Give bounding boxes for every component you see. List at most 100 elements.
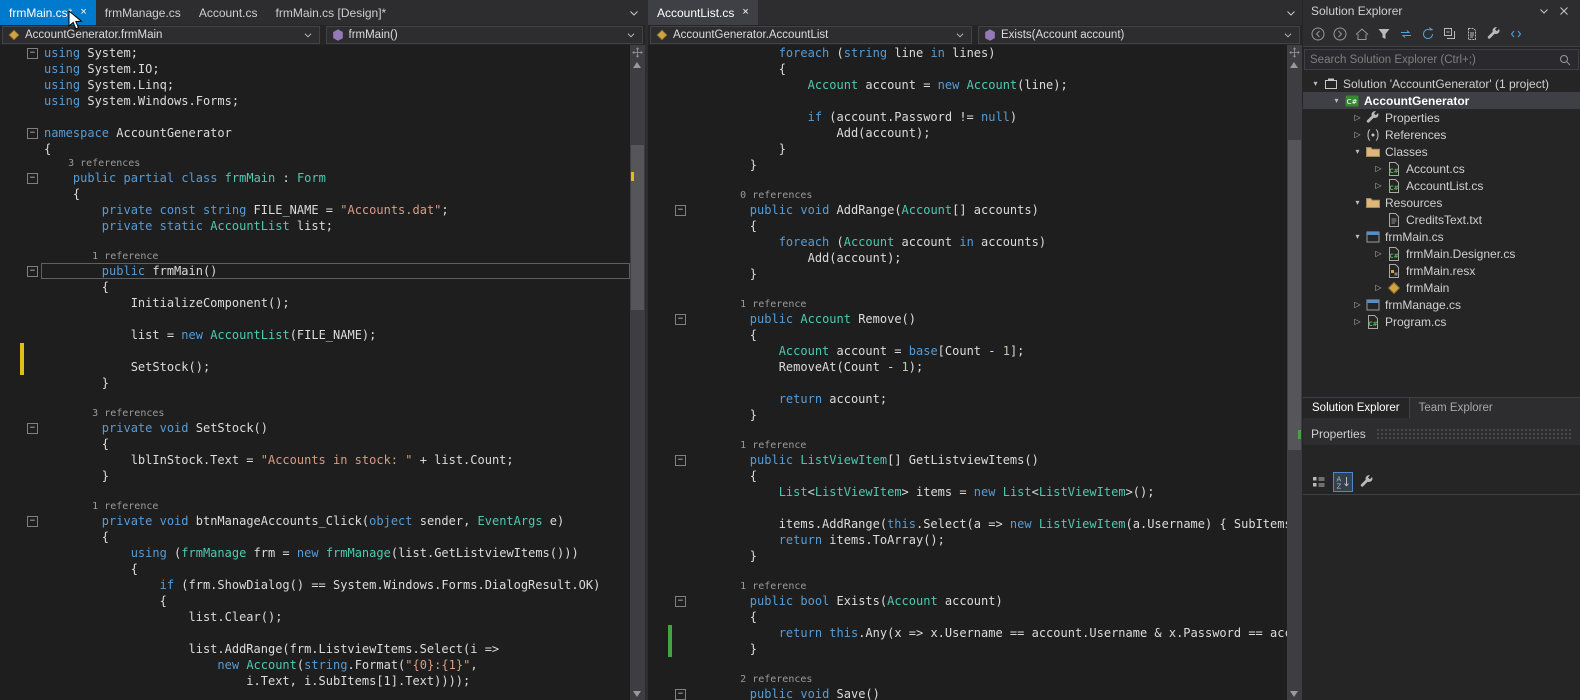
tab-close-icon[interactable]: × — [742, 7, 748, 18]
codelens-line[interactable]: 3 references — [0, 407, 630, 420]
code-line[interactable]: i.Text, i.SubItems[1].Text)))); — [0, 673, 630, 689]
sync-icon[interactable] — [1396, 24, 1416, 44]
nav-forward-icon[interactable] — [1330, 24, 1350, 44]
tree-item-frmmain-resx[interactable]: frmMain.resx — [1303, 262, 1580, 279]
code-line[interactable]: { — [648, 61, 1287, 77]
codelens-line[interactable]: 2 references — [648, 673, 1287, 686]
code-line[interactable] — [648, 657, 1287, 673]
member-dropdown-left[interactable]: frmMain() — [326, 26, 644, 44]
code-line[interactable]: } — [648, 157, 1287, 173]
document-tab[interactable]: frmMain.cs*× — [0, 0, 96, 25]
code-line[interactable] — [648, 282, 1287, 298]
code-line[interactable]: − public void AddRange(Account[] account… — [648, 202, 1287, 218]
code-line[interactable]: list = new AccountList(FILE_NAME); — [0, 327, 630, 343]
code-line[interactable]: − public ListViewItem[] GetListviewItems… — [648, 452, 1287, 468]
code-line[interactable]: using (frmManage frm = new frmManage(lis… — [0, 545, 630, 561]
scrollbar-thumb[interactable] — [631, 145, 644, 310]
fold-collapse-icon[interactable]: − — [675, 689, 686, 700]
expander-icon[interactable]: ▾ — [1351, 198, 1364, 207]
expander-icon[interactable]: ▾ — [1351, 147, 1364, 156]
code-line[interactable]: return account; — [648, 391, 1287, 407]
fold-collapse-icon[interactable]: − — [27, 423, 38, 434]
code-line[interactable]: { — [648, 468, 1287, 484]
code-editor-frmMain[interactable]: −using System;using System.IO; using Syst… — [0, 45, 645, 700]
code-editor-AccountList[interactable]: foreach (string line in lines) { Account… — [648, 45, 1302, 700]
code-line[interactable]: { — [0, 141, 630, 157]
code-line[interactable]: − public void Save() — [648, 686, 1287, 700]
fold-collapse-icon[interactable]: − — [675, 314, 686, 325]
expander-icon[interactable]: ▷ — [1351, 317, 1364, 326]
code-line[interactable]: items.AddRange(this.Select(a => new List… — [648, 516, 1287, 532]
tree-item-accountgenerator[interactable]: ▾C#AccountGenerator — [1303, 92, 1580, 109]
code-line[interactable]: private static AccountList list; — [0, 218, 630, 234]
code-line[interactable]: list.Clear(); — [0, 609, 630, 625]
fold-collapse-icon[interactable]: − — [27, 516, 38, 527]
codelens-line[interactable]: 0 references — [648, 189, 1287, 202]
code-line[interactable]: { — [648, 327, 1287, 343]
code-line[interactable]: using System.Windows.Forms; — [0, 93, 630, 109]
code-line[interactable]: Add(account); — [648, 250, 1287, 266]
tool-window-tab[interactable]: Solution Explorer — [1303, 398, 1409, 418]
code-line[interactable] — [0, 234, 630, 250]
tree-item-account-cs[interactable]: ▷C#Account.cs — [1303, 160, 1580, 177]
code-line[interactable]: − public bool Exists(Account account) — [648, 593, 1287, 609]
code-line[interactable]: } — [0, 468, 630, 484]
codelens-line[interactable]: 3 references — [0, 157, 630, 170]
codelens-line[interactable]: 1 reference — [648, 580, 1287, 593]
refresh-icon[interactable] — [1418, 24, 1438, 44]
expander-icon[interactable]: ▷ — [1372, 181, 1385, 190]
expander-icon[interactable]: ▷ — [1351, 130, 1364, 139]
tree-item-classes[interactable]: ▾Classes — [1303, 143, 1580, 160]
scroll-down-icon[interactable] — [1290, 691, 1298, 697]
fold-collapse-icon[interactable]: − — [675, 596, 686, 607]
tree-item-references[interactable]: ▷References — [1303, 126, 1580, 143]
code-line[interactable]: { — [0, 186, 630, 202]
code-line[interactable]: new Account(string.Format("{0}:{1}", — [0, 657, 630, 673]
code-line[interactable]: SetStock(); — [0, 359, 630, 375]
code-line[interactable]: { — [0, 436, 630, 452]
code-line[interactable]: InitializeComponent(); — [0, 295, 630, 311]
tree-item-frmmanage-cs[interactable]: ▷frmManage.cs — [1303, 296, 1580, 313]
home-icon[interactable] — [1352, 24, 1372, 44]
code-line[interactable]: Account account = new Account(line); — [648, 77, 1287, 93]
tab-list-chevron-icon[interactable] — [1283, 5, 1299, 21]
code-line[interactable]: } — [648, 407, 1287, 423]
code-line[interactable] — [0, 391, 630, 407]
fold-collapse-icon[interactable]: − — [675, 205, 686, 216]
document-tab[interactable]: frmManage.cs — [96, 0, 190, 25]
code-line[interactable] — [0, 109, 630, 125]
code-line[interactable] — [0, 484, 630, 500]
tree-item-program-cs[interactable]: ▷C#Program.cs — [1303, 313, 1580, 330]
tree-item-accountlist-cs[interactable]: ▷C#AccountList.cs — [1303, 177, 1580, 194]
tree-item-properties[interactable]: ▷Properties — [1303, 109, 1580, 126]
property-pages-icon[interactable] — [1357, 472, 1377, 492]
tree-item-frmmain[interactable]: ▷frmMain — [1303, 279, 1580, 296]
code-line[interactable]: { — [0, 529, 630, 545]
codelens-line[interactable]: 1 reference — [648, 439, 1287, 452]
expander-icon[interactable]: ▷ — [1351, 300, 1364, 309]
vertical-scrollbar[interactable] — [1287, 45, 1302, 700]
tree-item-creditstext-txt[interactable]: CreditsText.txt — [1303, 211, 1580, 228]
code-line[interactable]: } — [648, 548, 1287, 564]
document-tab[interactable]: frmMain.cs [Design]* — [267, 0, 396, 25]
close-icon[interactable] — [1556, 3, 1572, 19]
expander-icon[interactable]: ▷ — [1372, 249, 1385, 258]
code-line[interactable]: − private void SetStock() — [0, 420, 630, 436]
tree-item-frmmain-cs[interactable]: ▾frmMain.cs — [1303, 228, 1580, 245]
fold-collapse-icon[interactable]: − — [27, 48, 38, 59]
tree-item-frmmain-designer-cs[interactable]: ▷C#frmMain.Designer.cs — [1303, 245, 1580, 262]
expander-icon[interactable]: ▷ — [1351, 113, 1364, 122]
scroll-down-icon[interactable] — [633, 691, 641, 697]
scroll-up-icon[interactable] — [1290, 62, 1298, 68]
expander-icon[interactable]: ▾ — [1351, 232, 1364, 241]
fold-collapse-icon[interactable]: − — [675, 455, 686, 466]
code-line[interactable] — [0, 343, 630, 359]
code-line[interactable]: −namespace AccountGenerator — [0, 125, 630, 141]
code-line[interactable]: −using System; — [0, 45, 630, 61]
code-line[interactable]: } — [0, 375, 630, 391]
code-line[interactable]: using System.IO; — [0, 61, 630, 77]
tree-item-solution-accountgenerator-1-project[interactable]: ▾Solution 'AccountGenerator' (1 project) — [1303, 75, 1580, 92]
codelens-line[interactable]: 1 reference — [0, 500, 630, 513]
code-line[interactable]: { — [0, 561, 630, 577]
code-line[interactable] — [648, 375, 1287, 391]
